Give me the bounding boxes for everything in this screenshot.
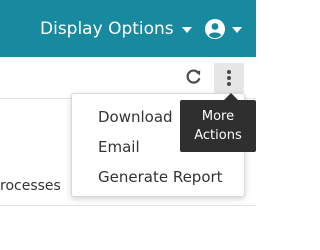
refresh-button[interactable]: [183, 65, 203, 87]
menu-item-generate-report[interactable]: Generate Report: [72, 162, 244, 192]
processes-label: rocesses: [0, 178, 61, 194]
tooltip-arrow: [224, 93, 238, 100]
more-vertical-icon: [227, 69, 231, 87]
display-options-dropdown[interactable]: Display Options: [40, 17, 192, 41]
user-menu-button[interactable]: [205, 17, 242, 41]
tooltip-line-1: More: [201, 109, 235, 124]
tooltip-line-2: Actions: [194, 128, 242, 143]
refresh-icon: [186, 68, 200, 84]
more-actions-button[interactable]: [214, 63, 244, 93]
chevron-down-icon: [181, 27, 192, 33]
chevron-down-icon: [232, 27, 242, 33]
user-circle-icon: [205, 19, 225, 39]
more-actions-tooltip: More Actions: [180, 100, 256, 152]
row-divider: [0, 205, 256, 206]
display-options-label: Display Options: [40, 19, 174, 39]
top-navigation-bar: Display Options: [0, 0, 256, 57]
